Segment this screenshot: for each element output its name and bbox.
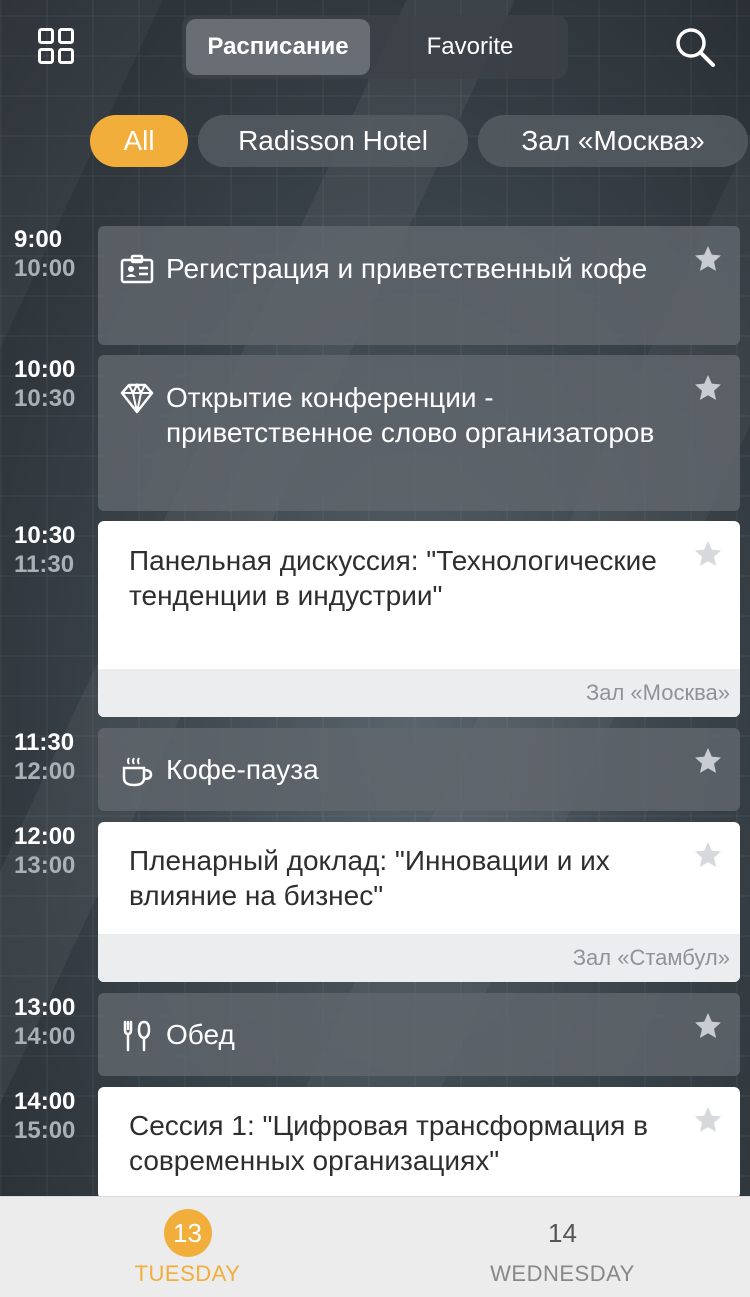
start-time: 10:30 [14,522,76,549]
end-time: 15:00 [14,1117,76,1144]
start-time: 13:00 [14,994,76,1021]
session-time: 10:30 11:30 [14,521,75,579]
session-card[interactable]: Сессия 1: "Цифровая трансформация в совр… [98,1087,740,1199]
session-card[interactable]: Открытие конференции - приветственное сл… [98,355,740,511]
star-icon[interactable] [693,1105,723,1135]
filter-radisson-hotel[interactable]: Radisson Hotel [198,115,468,167]
session-title: Открытие конференции - приветственное сл… [166,382,655,448]
end-time: 10:30 [14,385,76,412]
cutlery-icon [123,1020,151,1052]
end-time: 11:30 [14,551,75,578]
day-label: WEDNESDAY [490,1261,635,1286]
badge-icon [120,254,154,284]
top-bar: Расписание Favorite [0,0,750,95]
day-number: 14 [548,1218,577,1248]
session-time: 13:00 14:00 [14,993,75,1051]
session-room: Зал «Москва» [98,669,740,717]
session-time: 12:00 13:00 [14,822,75,880]
start-time: 12:00 [14,823,76,850]
star-icon[interactable] [693,746,723,776]
session-title: Сессия 1: "Цифровая трансформация в совр… [129,1110,648,1176]
session-room: Зал «Стамбул» [98,934,740,982]
star-icon[interactable] [693,244,723,274]
star-icon[interactable] [693,840,723,870]
coffee-icon [122,757,153,787]
start-time: 14:00 [14,1088,76,1115]
diamond-icon [120,382,154,414]
tab-day-wednesday[interactable]: 14 WEDNESDAY [375,1197,750,1297]
tab-favorite[interactable]: Favorite [376,19,564,75]
grid-icon[interactable] [38,28,74,64]
day-tab-bar: 13 TUESDAY 14 WEDNESDAY [0,1196,750,1297]
end-time: 10:00 [14,255,76,282]
filter-hall-moscow[interactable]: Зал «Москва» [478,115,748,167]
session-time: 10:00 10:30 [14,355,75,413]
start-time: 9:00 [14,226,63,253]
search-icon[interactable] [674,26,716,68]
end-time: 14:00 [14,1023,76,1050]
session-title: Обед [166,1019,235,1050]
session-time: 11:30 12:00 [14,728,75,786]
session-card[interactable]: Кофе-пауза [98,728,740,811]
session-card[interactable]: Пленарный доклад: "Инновации и их влияни… [98,822,740,982]
view-switcher: Расписание Favorite [182,15,568,79]
tab-day-tuesday[interactable]: 13 TUESDAY [0,1197,375,1297]
tab-schedule[interactable]: Расписание [186,19,370,75]
filter-all[interactable]: All [90,115,188,167]
session-card[interactable]: Панельная дискуссия: "Технологические те… [98,521,740,717]
session-card[interactable]: Обед [98,993,740,1076]
session-title: Пленарный доклад: "Инновации и их влияни… [129,845,610,911]
star-icon[interactable] [693,539,723,569]
day-number: 13 [163,1209,212,1257]
session-title: Панельная дискуссия: "Технологические те… [129,545,657,611]
session-time: 9:00 10:00 [14,225,75,283]
end-time: 13:00 [14,852,76,879]
session-title: Кофе-пауза [166,754,319,785]
star-icon[interactable] [693,373,723,403]
day-label: TUESDAY [134,1261,241,1286]
start-time: 11:30 [14,729,75,756]
start-time: 10:00 [14,356,76,383]
star-icon[interactable] [693,1011,723,1041]
end-time: 12:00 [14,758,76,785]
session-title: Регистрация и приветственный кофе [166,253,648,284]
session-card[interactable]: Регистрация и приветственный кофе [98,226,740,345]
session-time: 14:00 15:00 [14,1087,75,1145]
